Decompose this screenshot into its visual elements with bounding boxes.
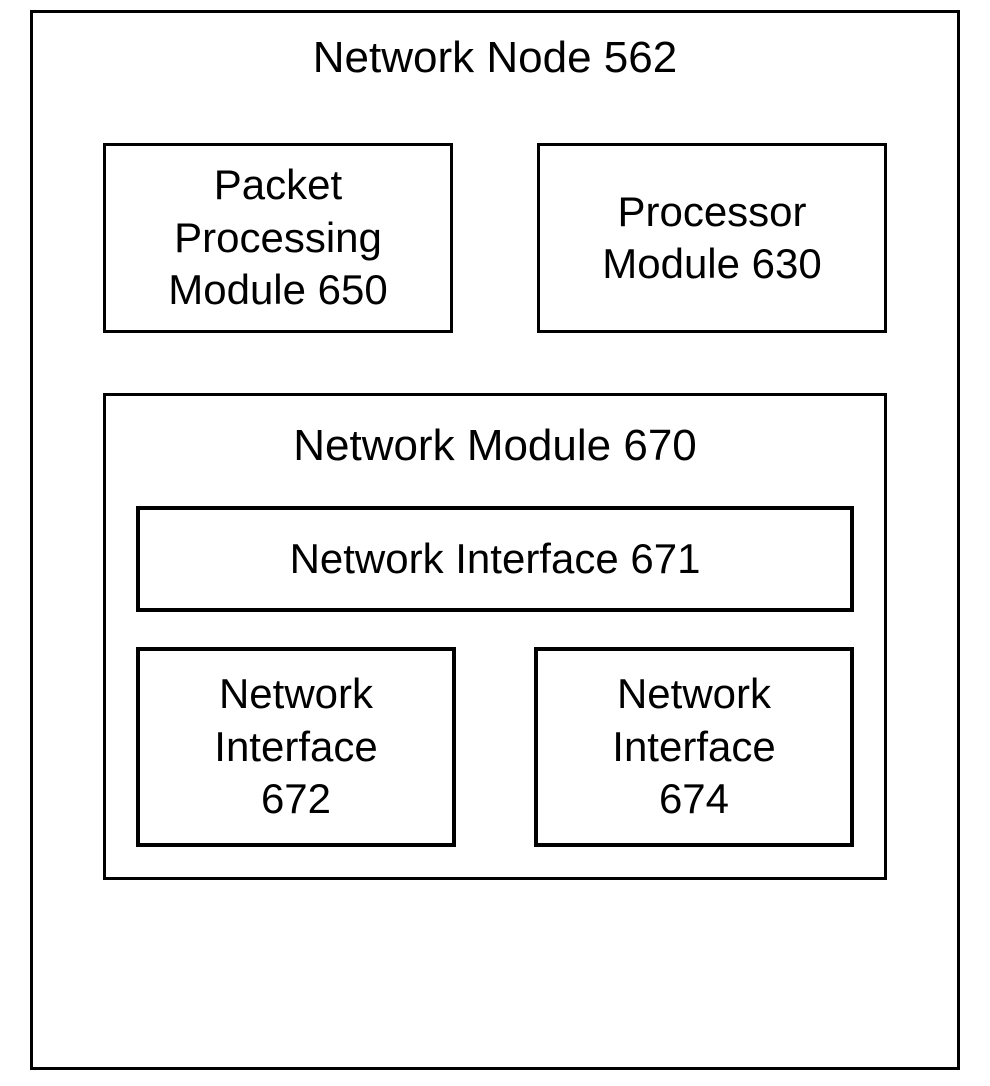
network-interface-672: Network Interface 672 [136, 647, 456, 847]
processor-line1: Processor [617, 186, 806, 239]
packet-line2: Processing [174, 212, 382, 265]
network-interface-671: Network Interface 671 [136, 506, 854, 612]
iface-right-line2: Interface [612, 721, 775, 774]
packet-line1: Packet [214, 159, 342, 212]
iface-right-line3: 674 [659, 773, 729, 826]
iface-left-line2: Interface [214, 721, 377, 774]
network-module: Network Module 670 Network Interface 671… [103, 393, 887, 880]
network-node-title: Network Node 562 [33, 33, 957, 83]
packet-line3: Module 650 [168, 264, 388, 317]
network-module-title: Network Module 670 [136, 421, 854, 471]
iface-left-line1: Network [219, 668, 373, 721]
network-node-container: Network Node 562 Packet Processing Modul… [30, 10, 960, 1070]
interface-full-label: Network Interface 671 [290, 535, 701, 582]
iface-left-line3: 672 [261, 773, 331, 826]
packet-processing-module: Packet Processing Module 650 [103, 143, 453, 333]
bottom-row: Network Interface 672 Network Interface … [136, 647, 854, 847]
processor-line2: Module 630 [602, 238, 822, 291]
processor-module: Processor Module 630 [537, 143, 887, 333]
top-row: Packet Processing Module 650 Processor M… [33, 143, 957, 333]
network-interface-674: Network Interface 674 [534, 647, 854, 847]
iface-right-line1: Network [617, 668, 771, 721]
